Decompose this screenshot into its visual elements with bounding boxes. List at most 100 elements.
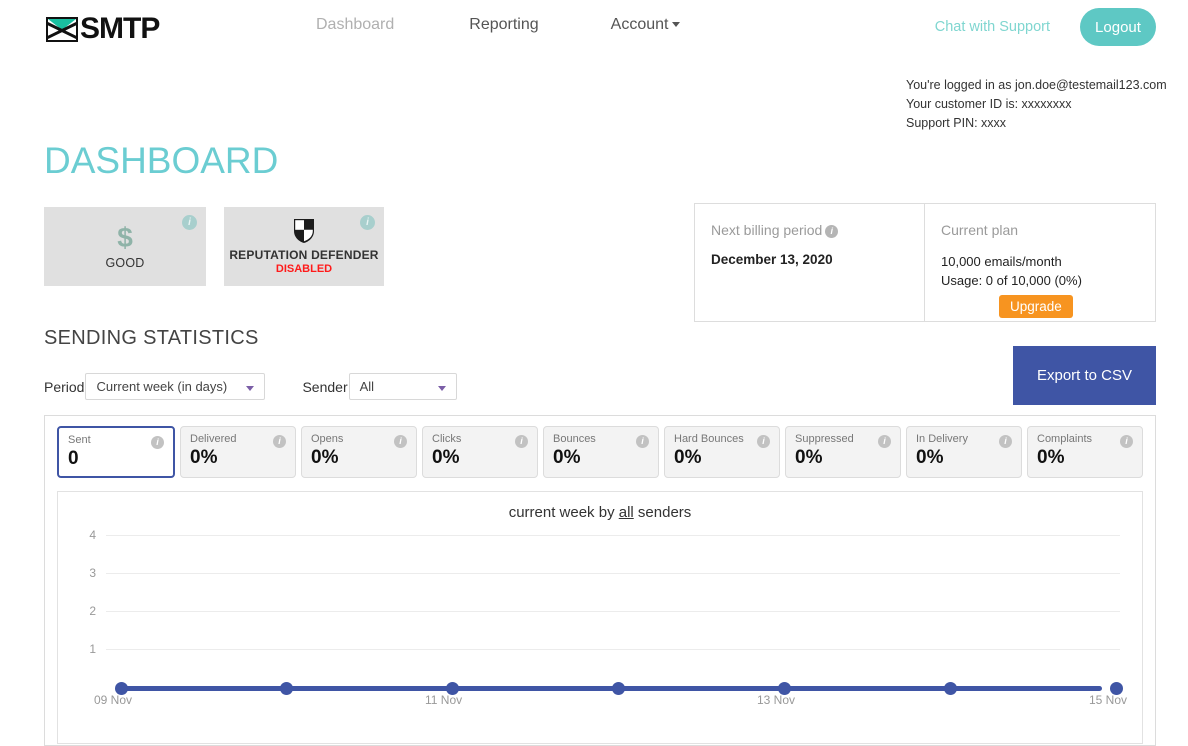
data-point[interactable] — [944, 682, 957, 695]
metric-tab-label: Opens — [311, 433, 344, 445]
status-card-account-health[interactable]: i $ GOOD — [44, 207, 206, 286]
y-axis-tick: 4 — [89, 528, 96, 542]
current-plan-label: Current plan — [941, 222, 1019, 238]
info-icon[interactable]: i — [878, 435, 891, 448]
nav-item-account-label: Account — [610, 16, 669, 33]
nav-item-reporting[interactable]: Reporting — [453, 16, 554, 34]
metric-tab-value: 0% — [916, 447, 944, 468]
sender-value: All — [359, 379, 375, 394]
info-icon[interactable]: i — [273, 435, 286, 448]
info-icon[interactable]: i — [999, 435, 1012, 448]
metric-tab-label: Delivered — [190, 433, 237, 445]
info-icon[interactable]: i — [151, 436, 164, 449]
current-plan-section: Current plan 10,000 emails/month Usage: … — [925, 204, 1155, 321]
plan-quota: 10,000 emails/month — [941, 254, 1062, 269]
chat-with-support-link[interactable]: Chat with Support — [935, 19, 1050, 35]
next-billing-period-section: Next billing period i December 13, 2020 — [695, 204, 925, 321]
support-pin-line: Support PIN: xxxx — [906, 116, 1007, 130]
statistics-panel: Sent 0 i Delivered 0% i Opens 0% i Click… — [44, 415, 1156, 746]
y-axis-tick: 3 — [89, 566, 96, 580]
metric-tab-complaints[interactable]: Complaints 0% i — [1027, 426, 1143, 478]
metric-tab-hard-bounces[interactable]: Hard Bounces 0% i — [664, 426, 780, 478]
account-email: jon.doe@testemail123.com — [1014, 78, 1167, 92]
metric-tab-sent[interactable]: Sent 0 i — [57, 426, 175, 478]
next-billing-period-text: Next billing period — [711, 222, 823, 238]
metric-tab-in-delivery[interactable]: In Delivery 0% i — [906, 426, 1022, 478]
page-title: DASHBOARD — [44, 140, 279, 181]
sender-label: Sender — [302, 378, 348, 395]
status-card-label: REPUTATION DEFENDER — [229, 248, 379, 262]
metric-tab-suppressed[interactable]: Suppressed 0% i — [785, 426, 901, 478]
metric-tab-value: 0% — [311, 447, 339, 468]
logout-button[interactable]: Logout — [1080, 8, 1156, 46]
sender-select[interactable]: All — [348, 373, 457, 400]
metric-tab-label: Sent — [68, 434, 91, 446]
y-axis-tick: 1 — [89, 642, 96, 656]
dashboard-page: SMTP Dashboard Reporting Account Chat wi… — [0, 0, 1188, 746]
gridline — [106, 649, 1120, 650]
chart-plot-area: 4 3 2 1 09 Nov 11 Nov 13 Nov 15 Nov — [58, 528, 1142, 745]
metric-tab-value: 0% — [432, 447, 460, 468]
status-badge: DISABLED — [275, 263, 333, 275]
site-header: SMTP Dashboard Reporting Account Chat wi… — [0, 0, 1188, 56]
metric-tab-label: In Delivery — [916, 433, 968, 445]
shield-icon — [293, 218, 315, 244]
info-icon[interactable]: i — [1120, 435, 1133, 448]
envelope-icon — [46, 16, 78, 42]
metric-tab-opens[interactable]: Opens 0% i — [301, 426, 417, 478]
gridline — [106, 535, 1120, 536]
chart-title-sender-link[interactable]: all — [619, 504, 634, 521]
export-to-csv-button[interactable]: Export to CSV — [1013, 346, 1156, 405]
logged-in-prefix: You're logged in as — [906, 78, 1012, 92]
account-info: You're logged in as jon.doe@testemail123… — [906, 76, 1176, 133]
customer-id-line: Your customer ID is: xxxxxxxx — [906, 97, 1072, 111]
period-select[interactable]: Current week (in days) — [85, 373, 266, 400]
main-nav: Dashboard Reporting Account — [300, 16, 696, 34]
metric-tab-value: 0% — [553, 447, 581, 468]
info-icon[interactable]: i — [636, 435, 649, 448]
x-axis-tick: 15 Nov — [1089, 693, 1128, 707]
info-icon[interactable]: i — [360, 215, 375, 230]
info-icon[interactable]: i — [757, 435, 770, 448]
nav-item-dashboard[interactable]: Dashboard — [300, 16, 410, 34]
chart-title-prefix: current week by — [508, 504, 619, 521]
data-point[interactable] — [280, 682, 293, 695]
status-card-reputation-defender[interactable]: i REPUTATION DEFENDER DISABLED — [224, 207, 384, 286]
logo-text: SMTP — [80, 12, 160, 45]
metric-tab-delivered[interactable]: Delivered 0% i — [180, 426, 296, 478]
dollar-icon: $ — [117, 221, 133, 253]
metric-tab-label: Bounces — [553, 433, 596, 445]
plan-usage: Usage: 0 of 10,000 (0%) — [941, 273, 1082, 288]
metric-tab-clicks[interactable]: Clicks 0% i — [422, 426, 538, 478]
nav-item-account[interactable]: Account — [595, 16, 697, 34]
gridline — [106, 573, 1120, 574]
metric-tab-value: 0% — [190, 447, 218, 468]
metric-tab-label: Hard Bounces — [674, 433, 744, 445]
x-axis-tick: 13 Nov — [757, 693, 796, 707]
info-icon[interactable]: i — [394, 435, 407, 448]
x-axis-tick: 11 Nov — [425, 693, 463, 707]
metric-tab-value: 0% — [795, 447, 823, 468]
sending-chart: current week by all senders 4 3 2 1 09 N… — [57, 491, 1143, 744]
info-icon[interactable]: i — [515, 435, 528, 448]
metric-tab-list: Sent 0 i Delivered 0% i Opens 0% i Click… — [45, 416, 1155, 478]
period-value: Current week (in days) — [96, 379, 228, 394]
info-icon[interactable]: i — [182, 215, 197, 230]
logged-in-line: You're logged in as jon.doe@testemail123… — [906, 76, 1176, 95]
chevron-down-icon — [437, 386, 446, 391]
y-axis-tick: 2 — [89, 604, 96, 618]
next-billing-period-label: Next billing period i — [711, 222, 908, 238]
metric-tab-bounces[interactable]: Bounces 0% i — [543, 426, 659, 478]
metric-tab-label: Complaints — [1037, 433, 1093, 445]
metric-tab-value: 0% — [674, 447, 702, 468]
upgrade-button[interactable]: Upgrade — [999, 295, 1073, 318]
x-axis-tick: 09 Nov — [94, 693, 133, 707]
info-icon[interactable]: i — [825, 225, 839, 238]
statistics-filters: Period Current week (in days) Sender All — [44, 373, 457, 400]
status-card-label: GOOD — [105, 255, 145, 270]
period-label: Period — [44, 378, 85, 395]
logo[interactable]: SMTP — [46, 12, 160, 46]
data-point[interactable] — [612, 682, 625, 695]
chevron-down-icon — [672, 22, 681, 28]
metric-tab-label: Suppressed — [795, 433, 854, 445]
